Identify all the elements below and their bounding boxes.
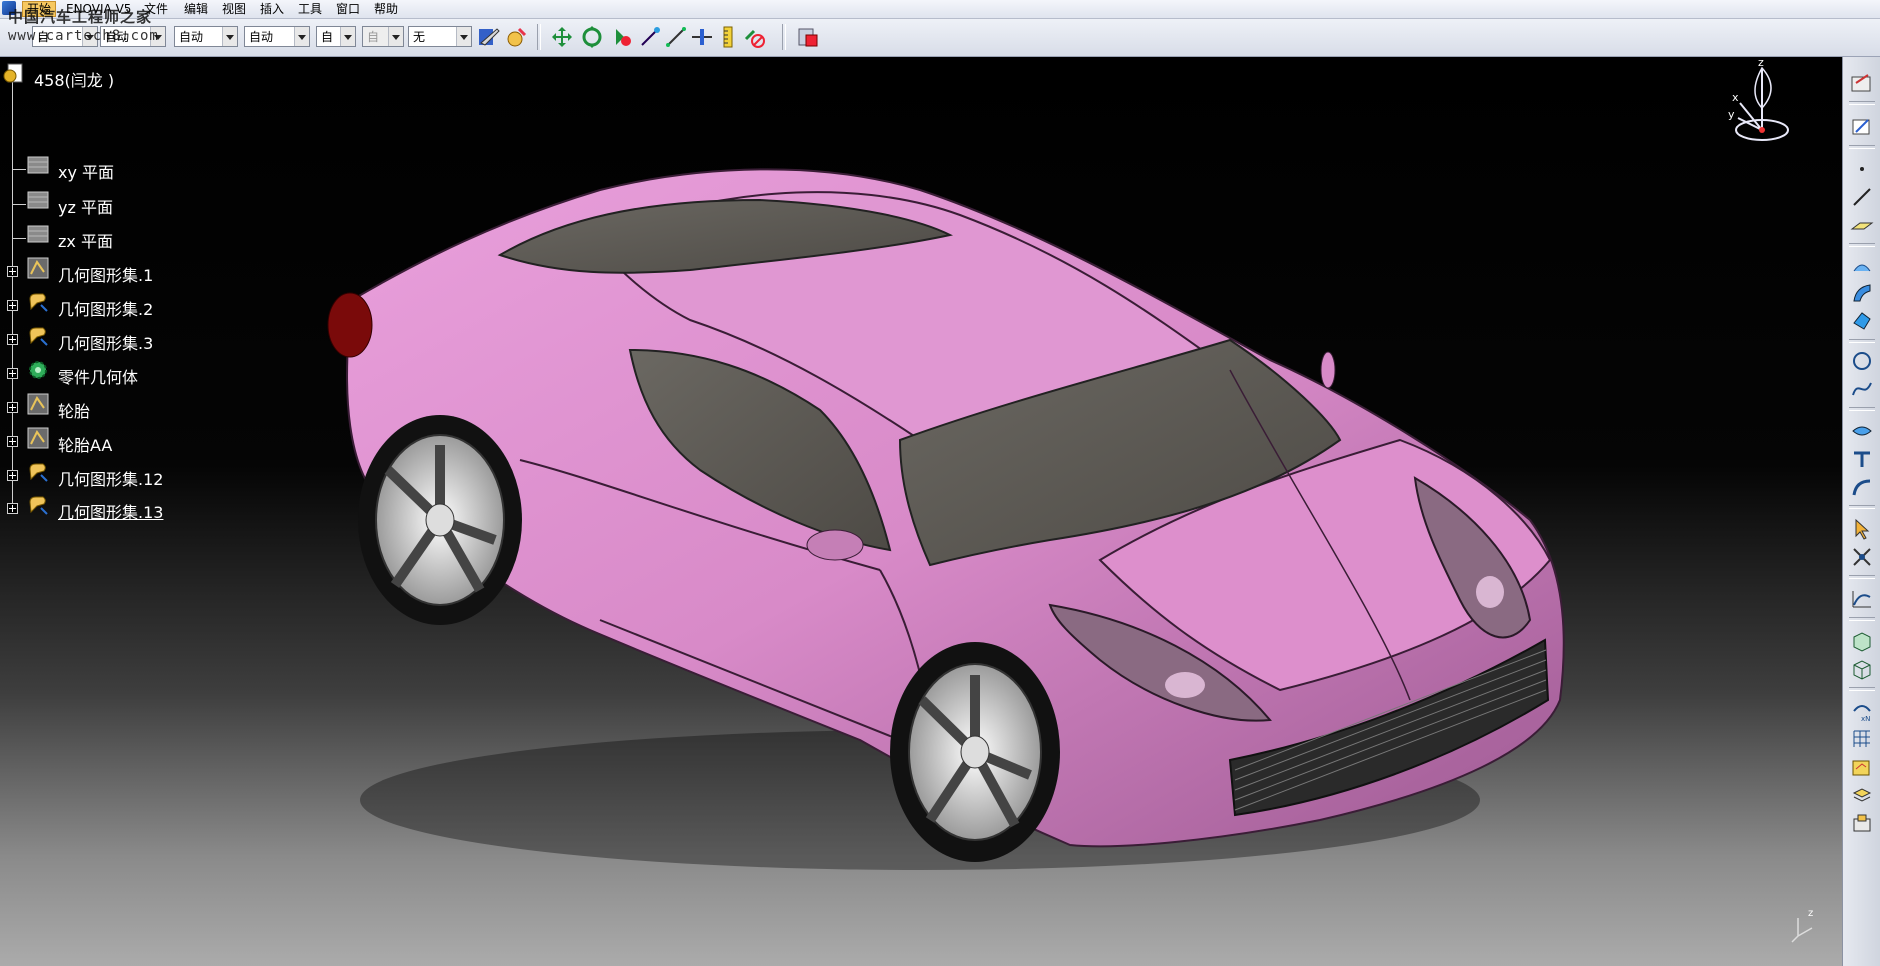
sketcher-icon[interactable] [1850, 115, 1874, 139]
tree-root-part[interactable]: 458(闫龙 ) [34, 67, 114, 91]
expand-icon[interactable] [7, 470, 18, 481]
expand-icon[interactable] [7, 436, 18, 447]
geometrical-set-icon [27, 393, 49, 415]
line-icon[interactable] [1850, 185, 1874, 209]
tree-item-yz-plane[interactable]: yz 平面 [58, 194, 113, 218]
line-type-combo[interactable]: 自动 [244, 26, 310, 47]
extrude-surface-icon[interactable] [1850, 253, 1874, 277]
compass-z-label: z [1758, 58, 1764, 69]
svg-text:xN: xN [1861, 715, 1870, 723]
tree-item-tire-aa[interactable]: 轮胎AA [58, 432, 112, 456]
repetition-icon[interactable] [1850, 545, 1874, 569]
rotate-icon[interactable] [580, 25, 604, 49]
expand-icon[interactable] [7, 334, 18, 345]
select-icon[interactable] [1850, 517, 1874, 541]
plane-icon[interactable] [1850, 213, 1874, 237]
point-symbol-combo[interactable]: 自 [316, 26, 356, 47]
tree-item-geometrical-set-1[interactable]: 几何图形集.1 [58, 262, 153, 286]
transform-icon[interactable]: xN [1850, 699, 1874, 723]
expand-icon[interactable] [7, 503, 18, 514]
line-icon[interactable] [664, 25, 688, 49]
plane-icon [27, 225, 49, 243]
layer-combo[interactable]: 无 [408, 26, 472, 47]
ruler-icon[interactable] [716, 25, 740, 49]
expand-icon[interactable] [7, 300, 18, 311]
line-thickness-combo[interactable]: 自动 [174, 26, 238, 47]
specification-tree: 458(闫龙 ) xy 平面 yz 平面 zx 平面 几何图形集.1 几何图形集… [0, 57, 260, 522]
geometrical-set-hand-icon [29, 496, 48, 515]
compass-y-label: y [1728, 108, 1735, 121]
tree-item-geometrical-set-12[interactable]: 几何图形集.12 [58, 466, 163, 490]
menu-insert[interactable]: 插入 [256, 1, 288, 17]
graphic-properties-toolbar: 自 自动 自动 自动 自 自 无 [0, 19, 1880, 57]
plane-icon [27, 156, 49, 174]
tree-item-part-body[interactable]: 零件几何体 [58, 364, 138, 388]
menu-tools[interactable]: 工具 [294, 1, 326, 17]
watermark-url: www.cartech8.com [8, 28, 159, 44]
properties-icon[interactable] [505, 25, 529, 49]
tree-item-geometrical-set-3[interactable]: 几何图形集.3 [58, 330, 153, 354]
tree-item-zx-plane[interactable]: zx 平面 [58, 228, 113, 252]
expand-icon[interactable] [7, 368, 18, 379]
plane-icon [27, 191, 49, 209]
trim-icon[interactable] [1850, 447, 1874, 471]
menu-window[interactable]: 窗口 [332, 1, 364, 17]
geometrical-set-hand-icon [29, 327, 48, 346]
hide-show-icon[interactable] [610, 25, 634, 49]
menu-bar: 开始 ENOVIA V5 文件 编辑 视图 插入 工具 窗口 帮助 [0, 0, 1880, 19]
menu-view[interactable]: 视图 [218, 1, 250, 17]
compass-icon[interactable]: z x y [1710, 58, 1800, 148]
part-body-gear-icon [29, 361, 47, 379]
geometrical-set-icon [27, 257, 49, 279]
wand-icon[interactable] [638, 25, 662, 49]
menu-help[interactable]: 帮助 [370, 1, 402, 17]
analysis-icon[interactable] [1850, 755, 1874, 779]
geometrical-set-hand-icon [29, 463, 48, 482]
no-snap-icon[interactable] [742, 25, 766, 49]
catalog-icon[interactable] [796, 25, 820, 49]
mini-axis-label: z [1808, 908, 1813, 919]
geometrical-set-hand-icon [29, 293, 48, 312]
law-icon[interactable] [1850, 587, 1874, 611]
geometrical-set-icon [27, 427, 49, 449]
axis-triad-icon: z [1791, 908, 1813, 943]
rendering-style-combo: 自 [362, 26, 404, 47]
menu-edit[interactable]: 编辑 [180, 1, 212, 17]
tree-item-xy-plane[interactable]: xy 平面 [58, 159, 114, 183]
tree-item-geometrical-set-2[interactable]: 几何图形集.2 [58, 296, 153, 320]
tree-item-geometrical-set-13[interactable]: 几何图形集.13 [58, 499, 163, 523]
box-icon[interactable] [1850, 629, 1874, 653]
compass-x-label: x [1732, 91, 1739, 104]
car-model-3d[interactable] [0, 57, 1842, 966]
catalog-icon[interactable] [1850, 811, 1874, 835]
measure-icon[interactable] [690, 25, 714, 49]
expand-icon[interactable] [7, 402, 18, 413]
join-icon[interactable] [1850, 419, 1874, 443]
fill-icon[interactable] [1850, 309, 1874, 333]
part-document-icon[interactable] [2, 63, 24, 85]
boundary-icon[interactable] [1850, 475, 1874, 499]
sweep-icon[interactable] [1850, 281, 1874, 305]
wireframe-box-icon[interactable] [1850, 657, 1874, 681]
circle-icon[interactable] [1850, 349, 1874, 373]
3d-viewport[interactable]: 458(闫龙 ) xy 平面 yz 平面 zx 平面 几何图形集.1 几何图形集… [0, 57, 1842, 966]
sketch-view-icon[interactable] [1850, 71, 1874, 95]
right-toolbar: xN [1842, 57, 1880, 966]
paint-brush-icon[interactable] [477, 25, 501, 49]
tree-item-tire[interactable]: 轮胎 [58, 398, 90, 422]
expand-icon[interactable] [7, 266, 18, 277]
spline-icon[interactable] [1850, 377, 1874, 401]
point-icon[interactable] [1850, 157, 1874, 181]
pan-icon[interactable] [550, 25, 574, 49]
watermark-title: 中国汽车工程师之家 [8, 8, 153, 26]
layers-icon[interactable] [1850, 783, 1874, 807]
grid-icon[interactable] [1850, 727, 1874, 751]
